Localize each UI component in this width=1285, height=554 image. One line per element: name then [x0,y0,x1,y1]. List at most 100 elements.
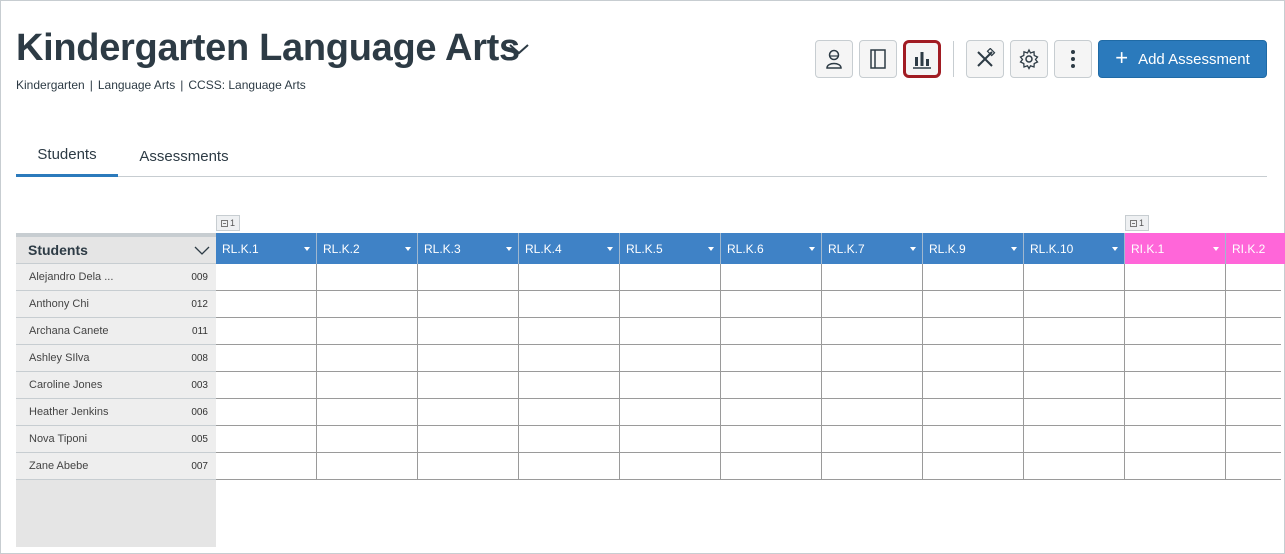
score-cell[interactable] [1024,372,1125,399]
score-cell[interactable] [1226,345,1281,372]
score-cell[interactable] [317,426,418,453]
score-cell[interactable] [216,426,317,453]
score-cell[interactable] [923,399,1024,426]
score-cell[interactable] [1125,264,1226,291]
score-cell[interactable] [620,372,721,399]
score-cell[interactable] [418,291,519,318]
column-header[interactable]: RL.K.1 [216,233,317,264]
column-header[interactable]: RL.K.10 [1024,233,1125,264]
score-cell[interactable] [418,426,519,453]
score-cell[interactable] [317,264,418,291]
students-sort-header[interactable]: Students [16,237,216,264]
score-cell[interactable] [620,399,721,426]
student-row[interactable]: Anthony Chi 012 [16,291,216,318]
score-cell[interactable] [1226,426,1281,453]
column-header[interactable]: RL.K.9 [923,233,1024,264]
student-row[interactable]: Zane Abebe 007 [16,453,216,480]
score-cell[interactable] [721,264,822,291]
more-options-button[interactable] [1054,40,1092,78]
column-header[interactable]: RL.K.7 [822,233,923,264]
score-cell[interactable] [216,318,317,345]
score-cell[interactable] [216,372,317,399]
score-cell[interactable] [1024,291,1125,318]
score-cell[interactable] [721,318,822,345]
score-cell[interactable] [822,345,923,372]
score-cell[interactable] [721,345,822,372]
score-cell[interactable] [216,291,317,318]
score-cell[interactable] [519,372,620,399]
score-cell[interactable] [822,291,923,318]
score-cell[interactable] [620,264,721,291]
score-cell[interactable] [822,399,923,426]
score-cell[interactable] [1226,399,1281,426]
score-cell[interactable] [519,426,620,453]
score-cell[interactable] [923,372,1024,399]
score-cell[interactable] [721,372,822,399]
score-cell[interactable] [620,426,721,453]
score-cell[interactable] [216,399,317,426]
score-cell[interactable] [1226,291,1281,318]
score-cell[interactable] [317,345,418,372]
column-header[interactable]: RL.K.3 [418,233,519,264]
score-cell[interactable] [1024,426,1125,453]
score-cell[interactable] [822,426,923,453]
score-cell[interactable] [1024,318,1125,345]
score-cell[interactable] [923,453,1024,480]
column-header[interactable]: RL.K.6 [721,233,822,264]
score-cell[interactable] [721,291,822,318]
student-row[interactable]: Caroline Jones 003 [16,372,216,399]
score-cell[interactable] [923,345,1024,372]
student-row[interactable]: Heather Jenkins 006 [16,399,216,426]
column-header[interactable]: RL.K.5 [620,233,721,264]
column-header[interactable]: RL.K.4 [519,233,620,264]
score-cell[interactable] [620,345,721,372]
score-cell[interactable] [1125,318,1226,345]
student-view-button[interactable] [815,40,853,78]
group-collapse-toggle[interactable]: 1 [216,215,240,231]
column-header[interactable]: RI.K.2 [1226,233,1285,264]
score-cell[interactable] [620,318,721,345]
score-cell[interactable] [1125,372,1226,399]
group-collapse-toggle[interactable]: 1 [1125,215,1149,231]
gradebook-button[interactable] [859,40,897,78]
score-cell[interactable] [216,453,317,480]
score-cell[interactable] [1024,453,1125,480]
score-cell[interactable] [519,453,620,480]
score-cell[interactable] [1125,291,1226,318]
score-cell[interactable] [822,318,923,345]
score-cell[interactable] [317,372,418,399]
score-cell[interactable] [1226,264,1281,291]
score-cell[interactable] [1024,264,1125,291]
score-cell[interactable] [519,399,620,426]
score-cell[interactable] [822,453,923,480]
score-cell[interactable] [418,399,519,426]
score-cell[interactable] [1125,426,1226,453]
settings-button[interactable] [1010,40,1048,78]
add-assessment-button[interactable]: + Add Assessment [1098,40,1267,78]
score-cell[interactable] [620,453,721,480]
tab-assessments[interactable]: Assessments [128,135,240,177]
score-cell[interactable] [519,264,620,291]
student-row[interactable]: Archana Canete 011 [16,318,216,345]
score-cell[interactable] [822,264,923,291]
student-row[interactable]: Alejandro Dela ... 009 [16,264,216,291]
score-cell[interactable] [418,318,519,345]
student-row[interactable]: Nova Tiponi 005 [16,426,216,453]
score-cell[interactable] [519,345,620,372]
score-cell[interactable] [418,264,519,291]
score-cell[interactable] [519,291,620,318]
tools-button[interactable] [966,40,1004,78]
score-cell[interactable] [418,453,519,480]
score-cell[interactable] [1226,453,1281,480]
score-cell[interactable] [317,318,418,345]
score-cell[interactable] [317,453,418,480]
score-cell[interactable] [519,318,620,345]
score-cell[interactable] [923,318,1024,345]
score-cell[interactable] [620,291,721,318]
score-cell[interactable] [1024,399,1125,426]
score-cell[interactable] [1226,372,1281,399]
column-header[interactable]: RL.K.2 [317,233,418,264]
score-cell[interactable] [822,372,923,399]
score-cell[interactable] [721,426,822,453]
score-cell[interactable] [1226,318,1281,345]
